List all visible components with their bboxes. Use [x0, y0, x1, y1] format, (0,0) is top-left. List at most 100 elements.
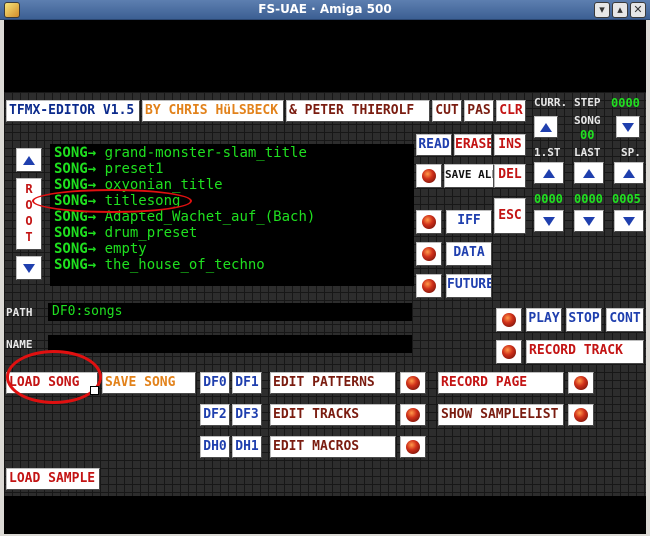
author-thierolf-label: & PETER THIEROLF — [286, 100, 430, 122]
maximize-button[interactable]: ▴ — [612, 2, 628, 18]
record-page-button[interactable]: RECORD PAGE — [438, 372, 564, 394]
insert-button[interactable]: INS — [494, 134, 526, 156]
save-all-led[interactable] — [416, 164, 442, 188]
arrow-down-icon — [623, 216, 635, 226]
first-st-down-button[interactable] — [534, 210, 564, 232]
last-up-button[interactable] — [574, 162, 604, 184]
path-value: DF0:songs — [52, 304, 123, 319]
edit-macros-button[interactable]: EDIT MACROS — [270, 436, 396, 458]
list-item[interactable]: SONG→ preset1 — [54, 161, 164, 177]
df0-button[interactable]: DF0 — [200, 372, 230, 394]
save-all-button[interactable]: SAVE ALL — [444, 164, 494, 188]
song-file-list[interactable]: SONG→ grand-monster-slam_title SONG→ pre… — [50, 144, 414, 286]
edit-macros-led[interactable] — [400, 436, 426, 458]
record-track-button[interactable]: RECORD TRACK — [526, 340, 644, 364]
list-item[interactable]: SONG→ the_house_of_techno — [54, 257, 265, 273]
list-scroll-down-button[interactable] — [16, 256, 42, 280]
show-samplelist-led[interactable] — [568, 404, 594, 426]
x-icon: ✕ — [633, 3, 643, 16]
arrow-up-icon — [23, 155, 35, 165]
delete-button[interactable]: DEL — [494, 164, 526, 188]
name-label: NAME — [6, 338, 33, 351]
iff-led[interactable] — [416, 210, 442, 234]
annotation-ellipse-load-song — [6, 350, 102, 404]
led-icon — [406, 440, 420, 454]
list-scroll-up-button[interactable] — [16, 148, 42, 172]
save-song-button[interactable]: SAVE SONG — [102, 372, 196, 394]
led-icon — [422, 247, 436, 261]
arrow-up-icon — [540, 122, 552, 132]
list-item[interactable]: SONG→ grand-monster-slam_title — [54, 145, 307, 161]
edit-tracks-led[interactable] — [400, 404, 426, 426]
escape-button[interactable]: ESC — [494, 198, 526, 234]
led-icon — [406, 376, 420, 390]
song-value: 00 — [580, 128, 595, 142]
paste-button[interactable]: PAS — [464, 100, 494, 122]
last-label: LAST — [574, 146, 601, 159]
df3-button[interactable]: DF3 — [232, 404, 262, 426]
arrow-down-icon — [23, 263, 35, 273]
list-item[interactable]: SONG→ drum_preset — [54, 225, 197, 241]
chevron-down-icon: ▾ — [599, 3, 605, 16]
window-title: FS-UAE · Amiga 500 — [258, 2, 392, 16]
first-st-value: 0000 — [534, 192, 563, 206]
show-samplelist-button[interactable]: SHOW SAMPLELIST — [438, 404, 564, 426]
future-led[interactable] — [416, 274, 442, 298]
play-led[interactable] — [496, 308, 522, 332]
chevron-up-icon: ▴ — [617, 3, 623, 16]
song-up-button[interactable] — [534, 116, 558, 138]
sp-down-button[interactable] — [614, 210, 644, 232]
song-label: SONG — [574, 114, 601, 127]
arrow-up-icon — [543, 168, 555, 178]
record-track-led[interactable] — [496, 340, 522, 364]
name-field[interactable] — [48, 335, 412, 353]
last-value: 0000 — [574, 192, 603, 206]
cut-button[interactable]: CUT — [432, 100, 462, 122]
stop-button[interactable]: STOP — [566, 308, 602, 332]
led-icon — [502, 313, 516, 327]
dh1-button[interactable]: DH1 — [232, 436, 262, 458]
edit-patterns-button[interactable]: EDIT PATTERNS — [270, 372, 396, 394]
arrow-up-icon — [623, 168, 635, 178]
dh0-button[interactable]: DH0 — [200, 436, 230, 458]
load-sample-button[interactable]: LOAD SAMPLE — [6, 468, 100, 490]
annotation-ellipse-titlesong — [32, 189, 192, 213]
continue-button[interactable]: CONT — [606, 308, 644, 332]
read-button[interactable]: READ — [416, 134, 452, 156]
first-st-up-button[interactable] — [534, 162, 564, 184]
iff-button[interactable]: IFF — [446, 210, 492, 234]
emulator-screen: TFMX-EDITOR V1.5 BY CHRIS HüLSBECK & PET… — [4, 20, 646, 534]
song-down-button[interactable] — [616, 116, 640, 138]
close-button[interactable]: ✕ — [630, 2, 646, 18]
led-icon — [502, 345, 516, 359]
path-field[interactable]: DF0:songs — [48, 303, 412, 321]
sp-up-button[interactable] — [614, 162, 644, 184]
future-button[interactable]: FUTURE — [446, 274, 492, 298]
record-page-led[interactable] — [568, 372, 594, 394]
sp-value: 0005 — [612, 192, 641, 206]
play-button[interactable]: PLAY — [526, 308, 562, 332]
led-icon — [422, 279, 436, 293]
led-icon — [422, 215, 436, 229]
first-st-label: 1.ST — [534, 146, 561, 159]
erase-button[interactable]: ERASE — [454, 134, 492, 156]
edit-patterns-led[interactable] — [400, 372, 426, 394]
clear-button[interactable]: CLR — [496, 100, 526, 122]
path-label: PATH — [6, 306, 33, 319]
editor-version-label: TFMX-EDITOR V1.5 — [6, 100, 140, 122]
edit-tracks-button[interactable]: EDIT TRACKS — [270, 404, 396, 426]
root-button[interactable]: ROOT — [16, 178, 42, 250]
data-led[interactable] — [416, 242, 442, 266]
data-button[interactable]: DATA — [446, 242, 492, 266]
minimize-button[interactable]: ▾ — [594, 2, 610, 18]
df2-button[interactable]: DF2 — [200, 404, 230, 426]
led-icon — [574, 408, 588, 422]
step-label: STEP — [574, 96, 601, 109]
last-down-button[interactable] — [574, 210, 604, 232]
arrow-down-icon — [583, 216, 595, 226]
df1-button[interactable]: DF1 — [232, 372, 262, 394]
window-titlebar: FS-UAE · Amiga 500 ▾ ▴ ✕ — [0, 0, 650, 20]
list-item[interactable]: SONG→ empty — [54, 241, 147, 257]
step-value: 0000 — [611, 96, 640, 110]
led-icon — [422, 169, 436, 183]
